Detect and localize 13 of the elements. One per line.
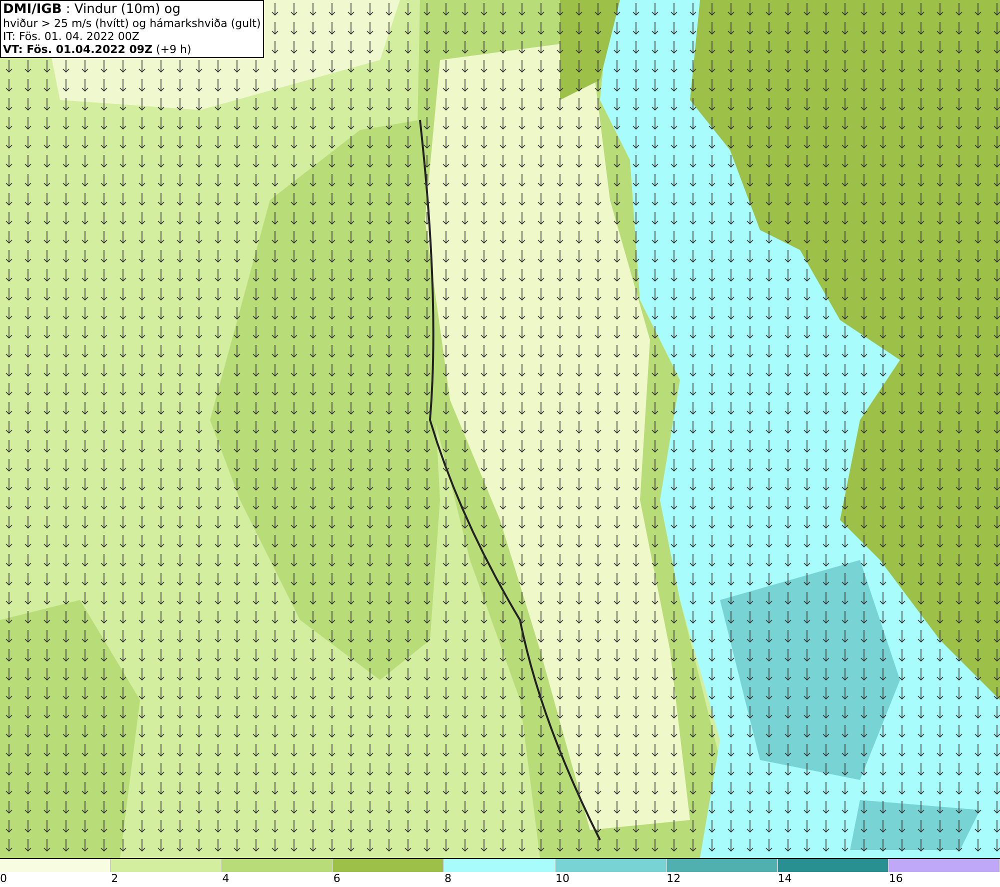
legend-tick-label: 2 <box>111 872 118 886</box>
legend-tick-label: 8 <box>444 872 452 886</box>
legend-tick-label: 0 <box>0 872 7 886</box>
legend-tick-label: 4 <box>222 872 230 886</box>
title-line: VT: Fös. 01.04.2022 09Z (+9 h) <box>3 43 192 56</box>
legend-tick-label: 10 <box>556 872 570 886</box>
title-line: IT: Fös. 01. 04. 2022 00Z <box>3 30 140 43</box>
legend-tick-label: 6 <box>333 872 340 886</box>
legend-tick-label: 16 <box>888 872 903 886</box>
legend-tick-label: 12 <box>666 872 681 886</box>
title-line: hviður > 25 m/s (hvítt) og hámarkshviða (gult) <box>3 17 261 30</box>
legend-tick-label: 14 <box>778 872 792 886</box>
title-line: DMI/IGB : Vindur (10m) og <box>3 2 182 17</box>
